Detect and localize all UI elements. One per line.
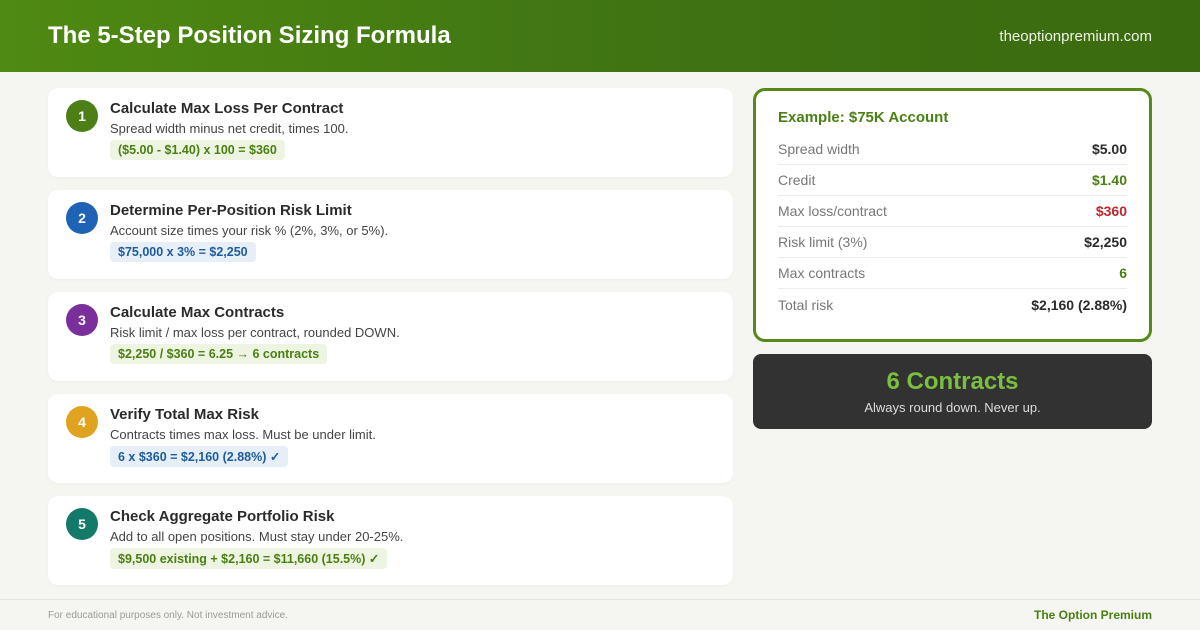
example-row: Total risk $2,160 (2.88%) — [778, 289, 1127, 320]
step-formula: $9,500 existing + $2,160 = $11,660 (15.5… — [110, 548, 388, 569]
example-row-label: Max loss/contract — [778, 203, 887, 219]
result-subtext: Always round down. Never up. — [864, 400, 1041, 415]
step-number-badge: 1 — [66, 100, 98, 132]
example-row: Credit $1.40 — [778, 165, 1127, 196]
example-card: Example: $75K Account Spread width $5.00… — [753, 88, 1152, 342]
example-row-value: $5.00 — [1091, 141, 1127, 157]
step-card: 3 Calculate Max Contracts Risk limit / m… — [48, 292, 733, 381]
step-title: Determine Per-Position Risk Limit — [110, 202, 352, 219]
step-card: 4 Verify Total Max Risk Contracts times … — [48, 394, 733, 483]
site-url: theoptionpremium.com — [999, 27, 1152, 45]
example-title: Example: $75K Account — [778, 109, 949, 126]
step-formula: 6 x $360 = $2,160 (2.88%) ✓ — [110, 446, 289, 467]
example-row-label: Total risk — [778, 296, 834, 313]
step-title: Verify Total Max Risk — [110, 406, 259, 423]
example-row: Risk limit (3%) $2,250 — [778, 227, 1127, 258]
example-row-value: $2,160 (2.88%) — [1031, 296, 1127, 313]
step-description: Risk limit / max loss per contract, roun… — [110, 325, 400, 340]
example-row-label: Credit — [778, 172, 816, 188]
example-row: Spread width $5.00 — [778, 134, 1127, 165]
example-row-label: Spread width — [778, 141, 860, 157]
example-row: Max loss/contract $360 — [778, 196, 1127, 227]
step-card: 1 Calculate Max Loss Per Contract Spread… — [48, 88, 733, 177]
example-row-value: $1.40 — [1091, 172, 1127, 188]
steps-list: 1 Calculate Max Loss Per Contract Spread… — [48, 88, 733, 598]
footer-brand: The Option Premium — [1033, 608, 1152, 622]
example-row-value: $360 — [1095, 203, 1127, 219]
example-row-value: 6 — [1119, 265, 1127, 281]
step-card: 5 Check Aggregate Portfolio Risk Add to … — [48, 496, 733, 585]
page-title: The 5-Step Position Sizing Formula — [48, 22, 451, 49]
step-formula: $75,000 x 3% = $2,250 — [110, 242, 256, 262]
step-title: Calculate Max Loss Per Contract — [110, 100, 344, 117]
step-description: Contracts times max loss. Must be under … — [110, 427, 376, 442]
footer: For educational purposes only. Not inves… — [0, 599, 1200, 630]
result-banner: 6 Contracts Always round down. Never up. — [753, 354, 1152, 429]
header-bar: The 5-Step Position Sizing Formula theop… — [0, 0, 1200, 72]
step-title: Calculate Max Contracts — [110, 304, 285, 321]
step-number-badge: 5 — [66, 508, 98, 540]
step-description: Add to all open positions. Must stay und… — [110, 529, 404, 544]
step-number-badge: 4 — [66, 406, 98, 438]
example-row-label: Max contracts — [778, 265, 866, 281]
step-title: Check Aggregate Portfolio Risk — [110, 508, 335, 525]
step-description: Account size times your risk % (2%, 3%, … — [110, 223, 389, 238]
example-row-label: Risk limit (3%) — [778, 234, 868, 250]
step-card: 2 Determine Per-Position Risk Limit Acco… — [48, 190, 733, 279]
result-headline: 6 Contracts — [886, 368, 1019, 395]
example-row-value: $2,250 — [1084, 234, 1127, 250]
step-number-badge: 3 — [66, 304, 98, 336]
step-formula: ($5.00 - $1.40) x 100 = $360 — [110, 140, 285, 160]
step-number-badge: 2 — [66, 202, 98, 234]
footer-disclaimer: For educational purposes only. Not inves… — [48, 609, 288, 621]
example-row: Max contracts 6 — [778, 258, 1127, 289]
step-formula: $2,250 / $360 = 6.25 → 6 contracts — [110, 344, 328, 364]
step-description: Spread width minus net credit, times 100… — [110, 121, 349, 136]
